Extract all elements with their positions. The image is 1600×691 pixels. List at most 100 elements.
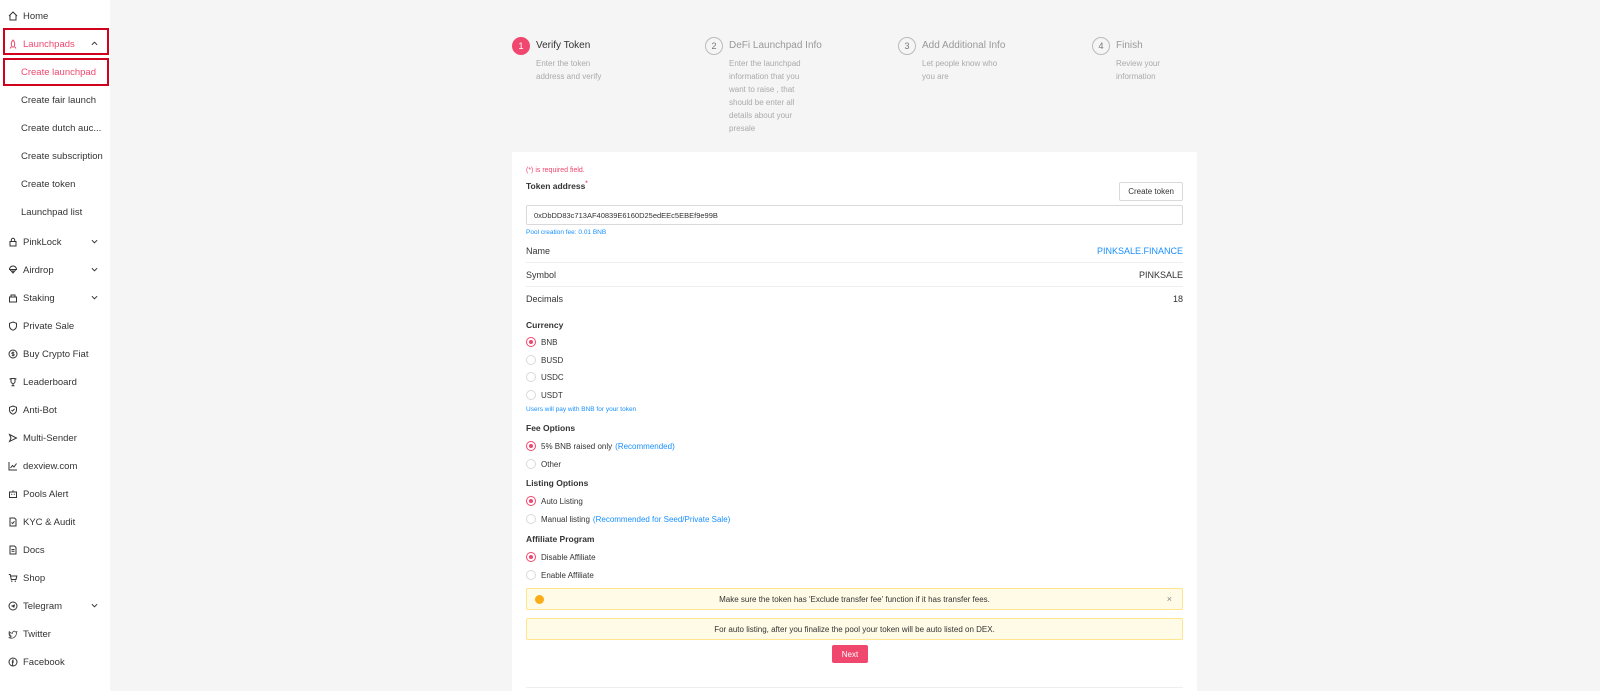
sidebar-subitem-create-launchpad[interactable]: Create launchpad (0, 58, 110, 86)
step-number: 3 (898, 37, 916, 55)
token-name-row: Name PINKSALE.FINANCE (526, 239, 1183, 263)
radio-dot (526, 372, 536, 382)
sidebar-item-facebook[interactable]: Facebook (0, 648, 110, 676)
token-name-value[interactable]: PINKSALE.FINANCE (1097, 246, 1183, 256)
step-number: 1 (512, 37, 530, 55)
next-button[interactable]: Next (832, 645, 868, 663)
sidebar-item-staking[interactable]: Staking (0, 284, 110, 312)
sidebar-item-buy-crypto-fiat[interactable]: Buy Crypto Fiat (0, 340, 110, 368)
sidebar-item-label: Shop (23, 572, 46, 584)
step-title: DeFi Launchpad Info (729, 40, 822, 51)
sidebar-item-label: Telegram (23, 600, 63, 612)
sidebar: Home Launchpads Create launchpad Create … (0, 0, 110, 691)
sidebar-item-label: Anti-Bot (23, 404, 57, 416)
sidebar-item-launchpads[interactable]: Launchpads (0, 30, 110, 58)
currency-radio-usdc[interactable]: USDC (526, 372, 564, 382)
sidebar-item-label: Pools Alert (23, 488, 69, 500)
cart-icon (8, 573, 18, 583)
token-address-input[interactable]: 0xDbDD83c713AF40839E6160D25edEEc5EBEf9e9… (526, 205, 1183, 225)
sidebar-item-label: Twitter (23, 628, 51, 640)
sidebar-item-label: Docs (23, 544, 45, 556)
step-description: Let people know who you are (922, 59, 998, 81)
sidebar-item-docs[interactable]: Docs (0, 536, 110, 564)
sidebar-subitem-create-dutch-auction[interactable]: Create dutch auc... (0, 114, 110, 142)
currency-label: Currency (526, 320, 564, 330)
sidebar-item-label: Buy Crypto Fiat (23, 348, 89, 360)
sidebar-subitem-create-token[interactable]: Create token (0, 170, 110, 198)
radio-dot (526, 441, 536, 451)
staking-icon (8, 293, 18, 303)
document-check-icon (8, 517, 18, 527)
sidebar-item-dexview[interactable]: dexview.com (0, 452, 110, 480)
robot-icon (8, 489, 18, 499)
listing-radio-auto[interactable]: Auto Listing (526, 496, 583, 506)
info-text: For auto listing, after you finalize the… (714, 624, 995, 634)
rocket-icon (8, 39, 18, 49)
listing-options-label: Listing Options (526, 478, 589, 488)
sidebar-item-shop[interactable]: Shop (0, 564, 110, 592)
currency-hint: Users will pay with BNB for your token (526, 406, 637, 413)
sidebar-item-telegram[interactable]: Telegram (0, 592, 110, 620)
step-number: 4 (1092, 37, 1110, 55)
sidebar-subitem-launchpad-list[interactable]: Launchpad list (0, 198, 110, 226)
currency-radio-busd[interactable]: BUSD (526, 355, 563, 365)
sidebar-item-pools-alert[interactable]: Pools Alert (0, 480, 110, 508)
chevron-down-icon (91, 295, 98, 300)
sidebar-item-label: Multi-Sender (23, 432, 77, 444)
affiliate-radio-disable[interactable]: Disable Affiliate (526, 552, 596, 562)
parachute-icon (8, 265, 18, 275)
listing-radio-manual[interactable]: Manual listing (Recommended for Seed/Priv… (526, 514, 730, 524)
create-token-button[interactable]: Create token (1119, 182, 1183, 201)
auto-listing-info: For auto listing, after you finalize the… (526, 618, 1183, 640)
chart-line-icon (8, 461, 18, 471)
sidebar-item-label: Facebook (23, 656, 65, 668)
verify-token-form: (*) is required field. Token address* Cr… (512, 152, 1197, 691)
fee-options-label: Fee Options (526, 423, 576, 433)
dollar-coin-icon (8, 349, 18, 359)
currency-radio-bnb[interactable]: BNB (526, 337, 557, 347)
trophy-icon (8, 377, 18, 387)
sidebar-item-label: PinkLock (23, 236, 62, 248)
token-decimals-label: Decimals (526, 294, 564, 304)
fee-radio-other[interactable]: Other (526, 459, 561, 469)
sidebar-item-anti-bot[interactable]: Anti-Bot (0, 396, 110, 424)
chevron-down-icon (91, 603, 98, 608)
sidebar-subitem-create-fair-launch[interactable]: Create fair launch (0, 86, 110, 114)
sidebar-item-label: Airdrop (23, 264, 54, 276)
transfer-fee-warning: Make sure the token has 'Exclude transfe… (526, 588, 1183, 610)
sidebar-item-twitter[interactable]: Twitter (0, 620, 110, 648)
sidebar-item-pinklock[interactable]: PinkLock (0, 228, 110, 256)
token-decimals-value: 18 (1172, 294, 1183, 304)
currency-radio-usdt[interactable]: USDT (526, 390, 563, 400)
sidebar-item-private-sale[interactable]: Private Sale (0, 312, 110, 340)
warning-icon (535, 595, 544, 604)
sidebar-item-label: Launchpads (23, 38, 75, 50)
sidebar-item-home[interactable]: Home (0, 2, 110, 30)
token-symbol-label: Symbol (526, 269, 557, 280)
close-icon[interactable]: × (1167, 594, 1172, 604)
sidebar-subitem-create-subscription[interactable]: Create subscription (0, 142, 110, 170)
affiliate-radio-enable[interactable]: Enable Affiliate (526, 570, 594, 580)
sidebar-item-label: dexview.com (23, 460, 78, 472)
token-decimals-row: Decimals 18 (526, 287, 1183, 311)
step-description: Enter the launchpad information that you… (729, 59, 801, 133)
fee-radio-5-percent[interactable]: 5% BNB raised only (Recommended) (526, 441, 675, 451)
lock-icon (8, 237, 18, 247)
facebook-icon (8, 657, 18, 667)
chevron-down-icon (91, 267, 98, 272)
sidebar-item-leaderboard[interactable]: Leaderboard (0, 368, 110, 396)
radio-dot (526, 570, 536, 580)
radio-dot (526, 337, 536, 347)
sidebar-item-multi-sender[interactable]: Multi-Sender (0, 424, 110, 452)
radio-dot (526, 355, 536, 365)
step-description: Enter the token address and verify (536, 59, 602, 81)
required-mark: * (585, 181, 588, 188)
warning-text: Make sure the token has 'Exclude transfe… (719, 594, 990, 604)
sidebar-item-label: KYC & Audit (23, 516, 76, 528)
sidebar-item-label: Staking (23, 292, 55, 304)
step-number: 2 (705, 37, 723, 55)
radio-dot (526, 514, 536, 524)
sidebar-item-airdrop[interactable]: Airdrop (0, 256, 110, 284)
step-description: Review your information (1116, 59, 1161, 81)
sidebar-item-kyc-audit[interactable]: KYC & Audit (0, 508, 110, 536)
